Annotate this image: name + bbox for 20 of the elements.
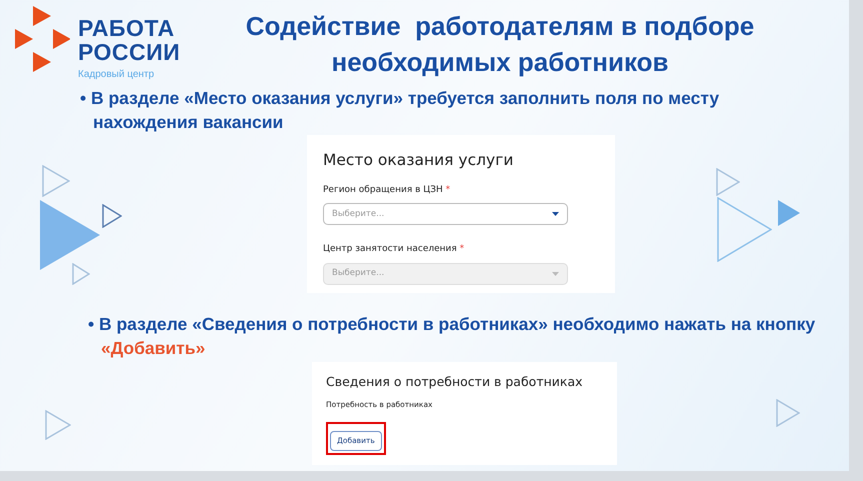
triangle-icon <box>778 200 800 226</box>
select-field[interactable]: Выберите... <box>323 203 568 226</box>
panel-heading: Сведения о потребности в работниках <box>326 374 584 389</box>
caret-icon <box>552 212 559 216</box>
slide-title: необходимых работников <box>330 46 670 79</box>
panel-heading: Место оказания услуги <box>323 151 514 170</box>
bullet-text: • В разделе «Сведения о потребности в работниках» необходимо нажать на кнопку «Добавить» <box>88 313 816 360</box>
caret-icon <box>552 272 559 276</box>
triangle-icon <box>45 410 71 440</box>
logo-text: РОССИИ <box>78 40 180 64</box>
triangle-icon <box>42 165 70 197</box>
bullet-text: • В разделе «Место оказания услуги» требуется заполнить поля по месту нахождения вакансии <box>80 87 720 134</box>
triangle-icon <box>102 204 122 228</box>
logo-subtitle: Кадровый центр <box>78 68 156 82</box>
logo-icon <box>15 6 70 72</box>
field-label: Центр занятости населения * <box>323 243 466 256</box>
triangle-icon <box>776 399 800 427</box>
logo-text: РАБОТА <box>78 16 176 40</box>
field-label: Регион обращения в ЦЗН * <box>323 184 452 197</box>
slide-title: Содействие работодателям в подборе <box>244 10 756 43</box>
